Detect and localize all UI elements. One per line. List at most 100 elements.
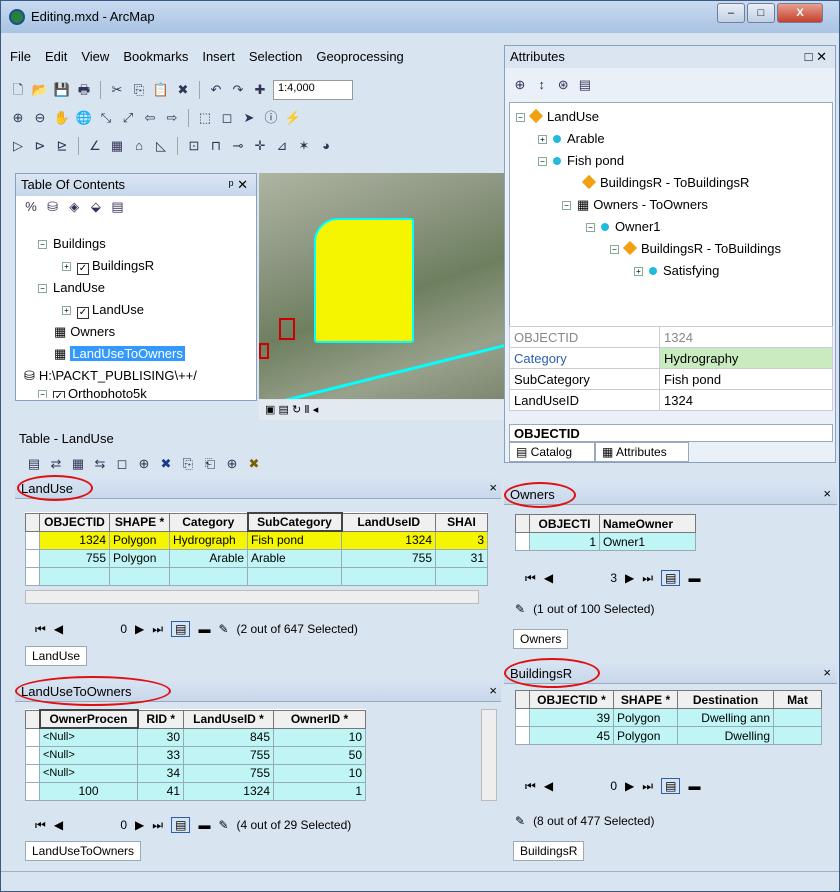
zoom-out-icon[interactable]: ⊖ (31, 109, 49, 127)
menu-geoprocessing[interactable]: Geoprocessing (309, 46, 410, 67)
show-all-records-icon[interactable]: ▤ (171, 621, 191, 637)
menu-insert[interactable]: Insert (195, 46, 242, 67)
sort-icon[interactable]: ↕ (533, 76, 551, 94)
column-header[interactable]: SHAPE * (613, 690, 678, 709)
tab-buildingsr[interactable]: BuildingsR (513, 841, 585, 861)
table-cell[interactable] (773, 726, 822, 745)
related-tables-icon[interactable]: ⇄ (47, 455, 65, 473)
toc-item-orthophoto[interactable]: − ✓ Orthophoto5k (38, 386, 147, 398)
pause-icon[interactable]: Ⅱ (304, 404, 309, 416)
table-cell[interactable] (435, 566, 488, 586)
find-icon[interactable]: ⊛ (554, 76, 572, 94)
collapse-icon[interactable]: − (538, 157, 547, 166)
table-row[interactable]: <Null> 34 755 10 (25, 763, 366, 783)
previous-record-icon[interactable]: ◀ (544, 779, 553, 793)
tab-catalog[interactable]: ▤ Catalog (509, 442, 595, 462)
tree-node-buildingsr-relation[interactable]: BuildingsR - ToBuildingsR (581, 174, 749, 190)
row-selector[interactable] (25, 566, 40, 586)
prop-row[interactable]: LandUseID 1324 (509, 389, 833, 411)
row-selector-header[interactable] (25, 512, 40, 532)
current-record-field[interactable]: 0 (71, 622, 127, 636)
column-header[interactable]: Mat (773, 690, 822, 709)
edit-vertices-icon[interactable]: ⊳ (31, 137, 49, 155)
open-icon[interactable]: 📂 (31, 81, 49, 99)
first-record-icon[interactable]: ⏮ (35, 818, 46, 833)
list-by-selection-icon[interactable]: ⬙ (87, 198, 105, 216)
line-icon[interactable]: ⊿ (273, 137, 291, 155)
layer-visible-checkbox[interactable]: ✓ (53, 391, 65, 398)
row-selector[interactable] (25, 548, 40, 568)
list-by-visibility-icon[interactable]: ◈ (65, 198, 83, 216)
menu-file[interactable]: File (3, 46, 38, 67)
first-record-icon[interactable]: ⏮ (525, 779, 536, 794)
table-row[interactable]: 39 Polygon Dwelling ann (515, 708, 822, 727)
table-cell[interactable]: <Null> (39, 763, 138, 783)
last-record-icon[interactable]: ⏭ (152, 818, 163, 833)
column-header[interactable]: SubCategory (246, 512, 343, 532)
row-selector[interactable] (25, 530, 40, 550)
table-cell[interactable]: 45 (529, 726, 614, 745)
toc-item-landuse[interactable]: + ✓ LandUse (62, 302, 144, 319)
prop-value[interactable]: Fish pond (659, 368, 833, 390)
show-selected-records-icon[interactable]: ▬ (688, 571, 700, 585)
column-header[interactable]: OwnerProcen (38, 709, 139, 729)
column-header[interactable]: RID * (137, 709, 184, 729)
table-cell[interactable]: 755 (183, 745, 274, 765)
selected-fish-pond-polygon[interactable] (314, 218, 414, 343)
table-cell[interactable]: 1324 (341, 530, 436, 550)
paste-icon[interactable]: 📋 (152, 81, 170, 99)
tab-landusetoowners[interactable]: LandUseToOwners (25, 841, 142, 861)
forward-icon[interactable]: ⇨ (163, 109, 181, 127)
buildingsr-table-close-button[interactable]: × (823, 665, 831, 680)
polygon-icon[interactable]: ◺ (152, 137, 170, 155)
paste-icon[interactable]: ⎗ (201, 455, 219, 473)
column-header[interactable]: OwnerID * (273, 709, 366, 729)
layout-view-icon[interactable]: ▤ (278, 404, 288, 416)
row-selector[interactable] (25, 745, 40, 765)
show-all-records-icon[interactable]: ▤ (661, 778, 681, 794)
delete-icon[interactable]: ✖ (174, 81, 192, 99)
table-cell[interactable]: 10 (273, 727, 366, 747)
show-selected-records-icon[interactable]: ▬ (198, 622, 210, 636)
table-icon[interactable]: ▦ (108, 137, 126, 155)
layer-visible-checkbox[interactable]: ✓ (77, 263, 89, 275)
refresh-icon[interactable]: ↻ (292, 404, 301, 416)
clear-selection-icon[interactable]: ◻ (218, 109, 236, 127)
collapse-icon[interactable]: − (38, 240, 47, 249)
table-cell[interactable]: Polygon (613, 726, 678, 745)
table-cell[interactable]: <Null> (39, 727, 138, 747)
table-cell[interactable]: 10 (273, 763, 366, 783)
table-cell[interactable] (247, 566, 342, 586)
table-cell[interactable] (341, 566, 436, 586)
layers-icon[interactable]: ⊕ (511, 76, 529, 94)
pan-icon[interactable]: ✋ (53, 109, 71, 127)
toc-item-buildings[interactable]: − Buildings (38, 236, 106, 251)
table-cell[interactable]: Dwelling ann (677, 708, 774, 727)
table-cell[interactable]: 50 (273, 745, 366, 765)
tree-node-fish-pond[interactable]: − Fish pond (538, 153, 624, 168)
clear-selection-icon[interactable]: ◻ (113, 455, 131, 473)
table-cell[interactable]: 33 (137, 745, 184, 765)
vertical-scrollbar[interactable] (481, 709, 497, 801)
menu-view[interactable]: View (74, 46, 116, 67)
current-record-field[interactable]: 0 (71, 818, 127, 832)
prop-row[interactable]: OBJECTID 1324 (509, 326, 833, 348)
redo-icon[interactable]: ↷ (229, 81, 247, 99)
previous-record-icon[interactable]: ◀ (544, 571, 553, 585)
table-row[interactable]: 1 Owner1 (515, 532, 696, 551)
table-cell[interactable]: 34 (137, 763, 184, 783)
collapse-icon[interactable]: − (38, 284, 47, 293)
list-by-drawing-order-icon[interactable]: % (22, 198, 40, 216)
prop-value[interactable]: 1324 (659, 326, 833, 348)
expand-icon[interactable]: + (62, 306, 71, 315)
toc-item-landusetoowners[interactable]: ▦ LandUseToOwners (54, 346, 185, 362)
table-cell[interactable]: 755 (183, 763, 274, 783)
copy-icon[interactable]: ⎘ (130, 81, 148, 99)
table-cell[interactable]: Arable (247, 548, 342, 568)
copy-selected-icon[interactable]: ⎘ (179, 455, 197, 473)
table-cell[interactable]: 1324 (39, 530, 110, 550)
row-selector[interactable] (25, 763, 40, 783)
zoom-to-icon[interactable]: ⊕ (223, 455, 241, 473)
show-selected-records-icon[interactable]: ▬ (688, 779, 700, 793)
table-cell[interactable]: 30 (137, 727, 184, 747)
